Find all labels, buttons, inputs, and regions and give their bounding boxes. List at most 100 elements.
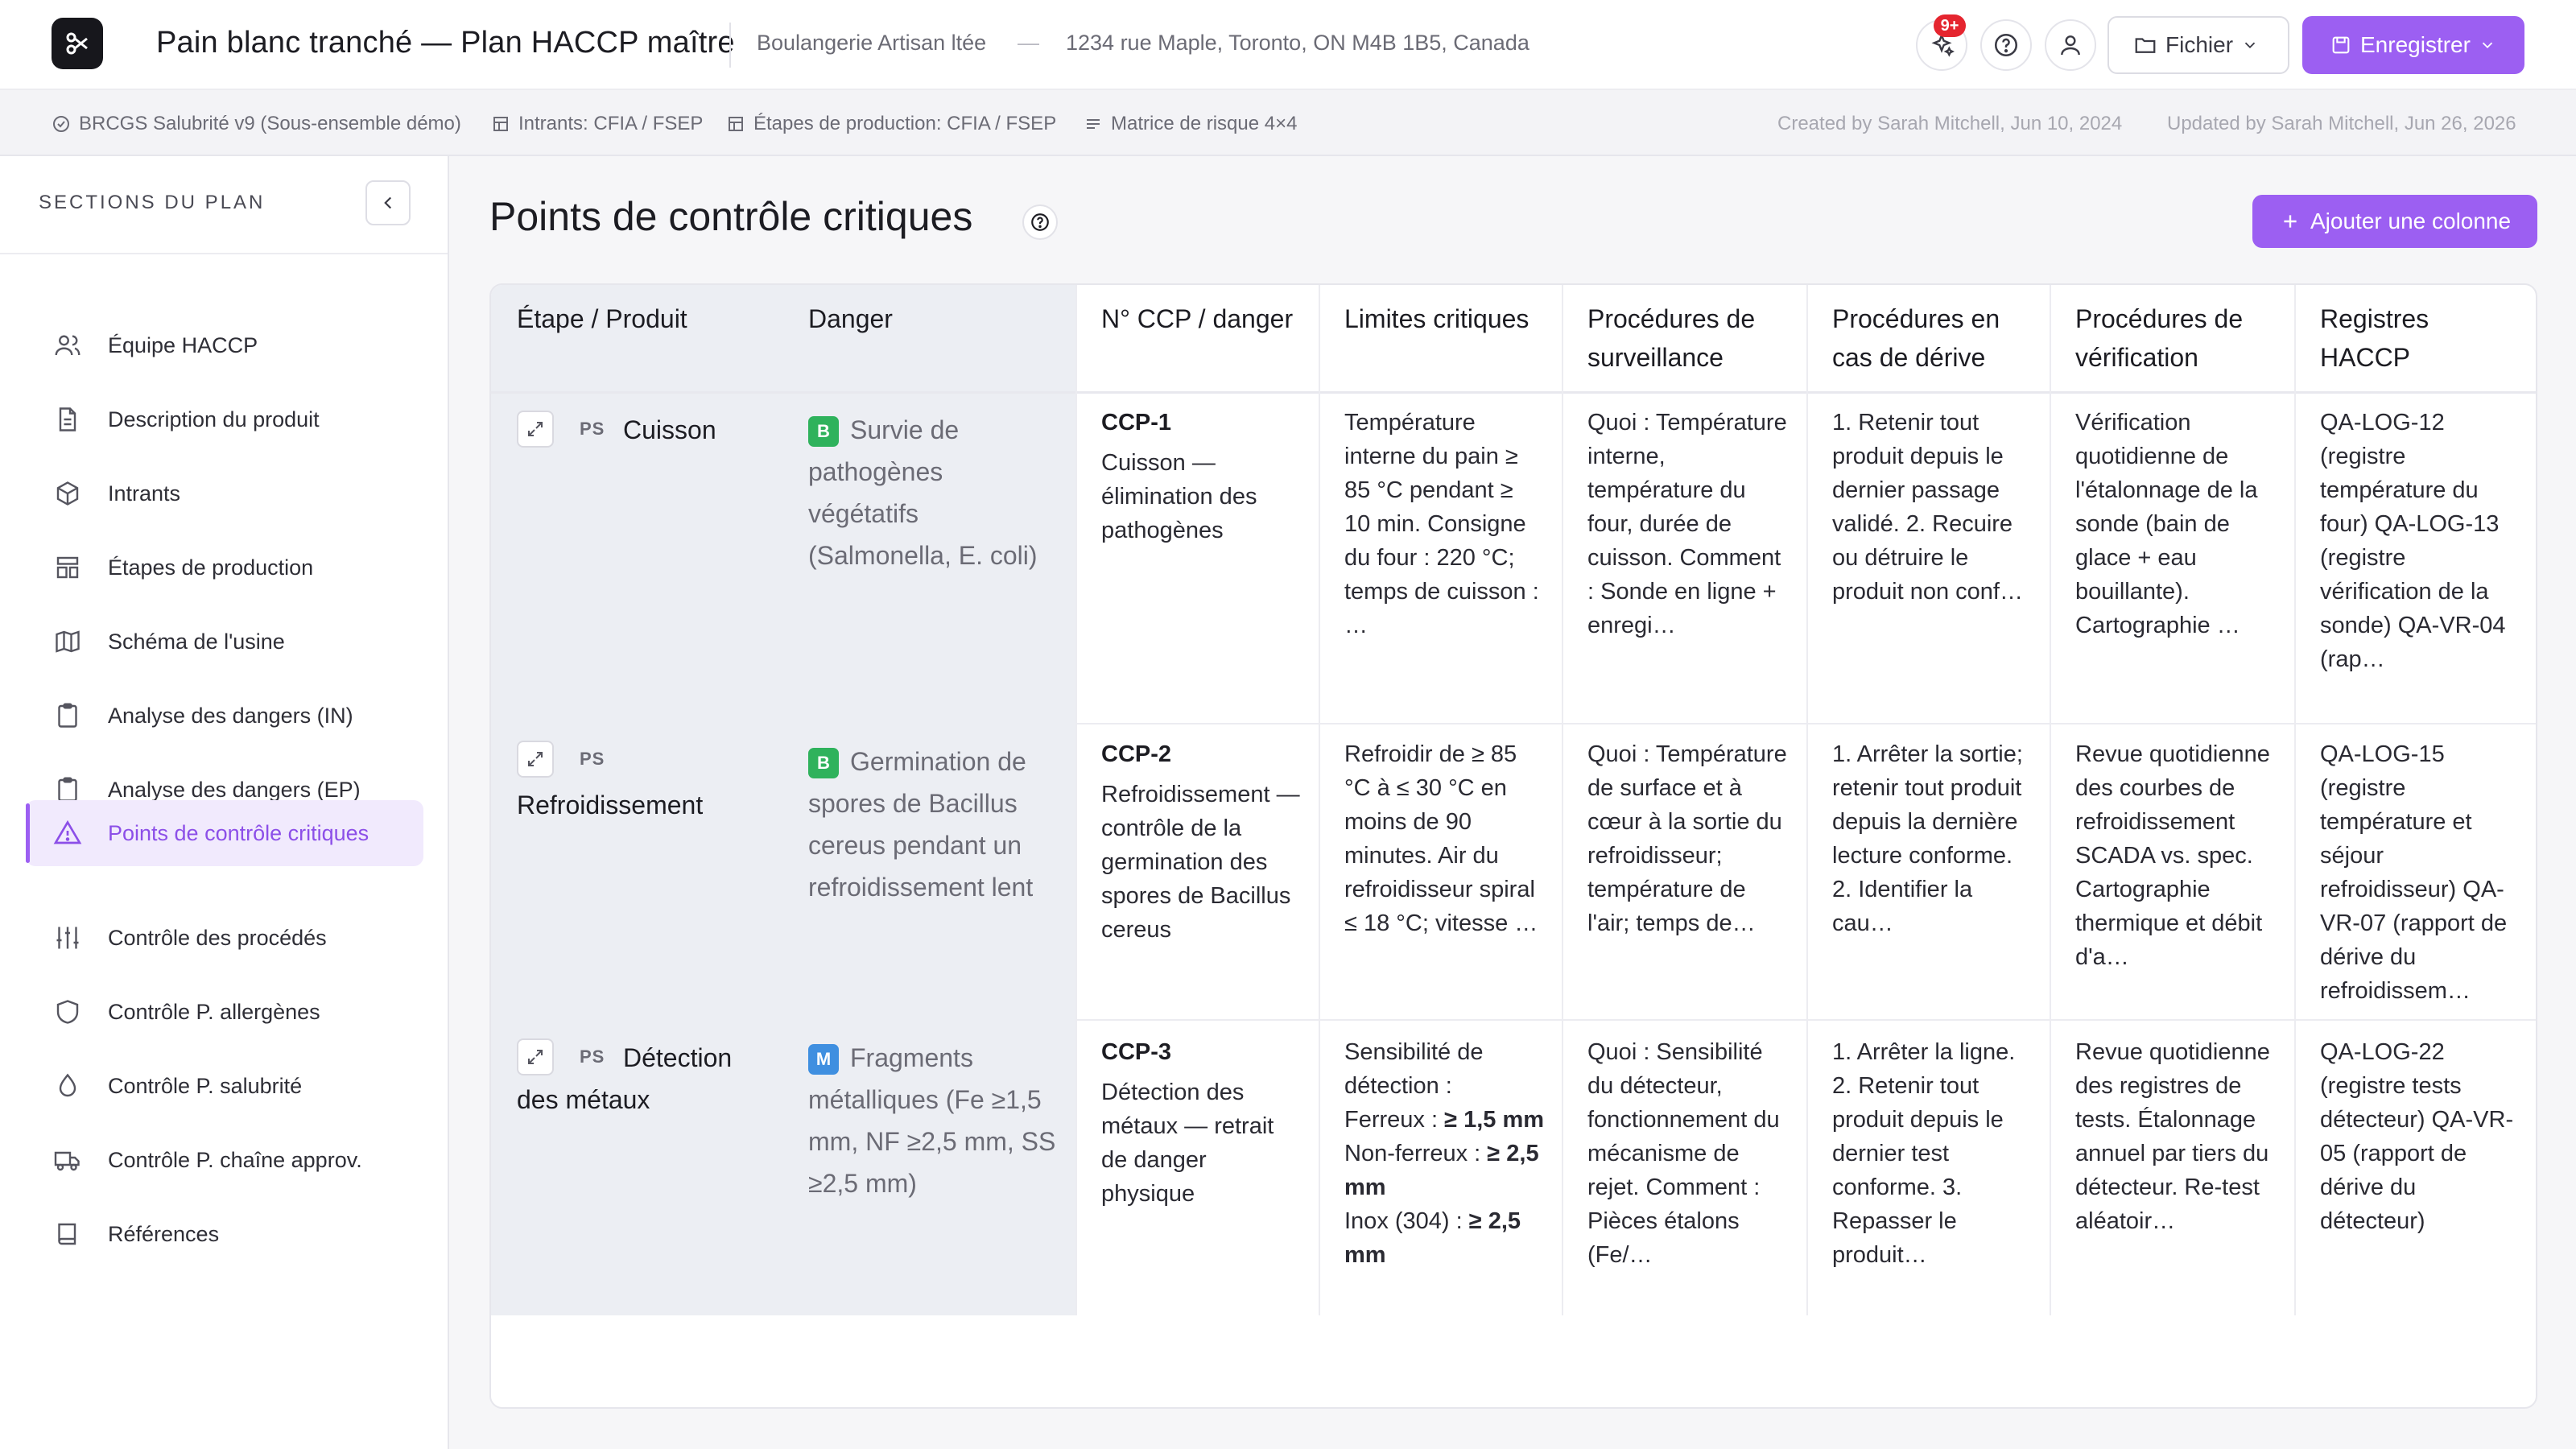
standard-link[interactable]: BRCGS Salubrité v9 (Sous-ensemble démo)	[52, 113, 461, 135]
records-cell[interactable]: QA-LOG-22 (registre tests détecteur) QA-…	[2320, 1035, 2521, 1272]
chevron-left-icon	[384, 196, 392, 209]
physical-hazard-badge: M	[808, 1044, 839, 1075]
sidebar-item-supply-chain-control[interactable]: Contrôle P. chaîne approv.	[26, 1127, 423, 1193]
sidebar-item-sanitation-control[interactable]: Contrôle P. salubrité	[26, 1053, 423, 1119]
ccp-description: Refroidissement — contrôle de la germina…	[1101, 782, 1300, 943]
monitoring-cell[interactable]: Quoi : Sensibilité du détecteur, fonctio…	[1587, 1035, 1789, 1272]
monitoring-cell[interactable]: Quoi : Température de surface et à cœur …	[1587, 737, 1789, 974]
list-item: Inox (304) : ≥ 2,5 mm	[1344, 1204, 1546, 1272]
risk-matrix-link[interactable]: Matrice de risque 4×4	[1084, 113, 1297, 135]
column-header[interactable]: Limites critiques	[1344, 285, 1554, 393]
deviation-cell[interactable]: 1. Retenir tout produit depuis le dernie…	[1832, 406, 2033, 676]
user-button[interactable]	[2045, 19, 2096, 71]
sidebar-item-inputs[interactable]: Intrants	[26, 460, 423, 526]
company-address: 1234 rue Maple, Toronto, ON M4B 1B5, Can…	[1066, 31, 1530, 55]
ccp-cell: CCP-1 Cuisson — élimination des pathogèn…	[1101, 406, 1302, 547]
plan-sections-sidebar: SECTIONS DU PLAN Équipe HACCP Descriptio…	[0, 156, 449, 1449]
inputs-source-link[interactable]: Intrants: CFIA / FSEP	[491, 113, 703, 135]
step-type-tag: PS	[580, 419, 605, 439]
warning-icon	[52, 817, 84, 849]
critical-limits-cell[interactable]: Sensibilité de détection : Ferreux : ≥ 1…	[1344, 1035, 1546, 1272]
section-help-button[interactable]	[1022, 204, 1058, 240]
sidebar-item-label: Contrôle des procédés	[108, 925, 327, 950]
save-button[interactable]: Enregistrer	[2302, 16, 2524, 74]
sidebar-item-allergen-control[interactable]: Contrôle P. allergènes	[26, 979, 423, 1045]
sidebar-item-hazard-analysis-in[interactable]: Analyse des dangers (IN)	[26, 683, 423, 749]
file-menu-label: Fichier	[2165, 32, 2234, 57]
list-item: Ferreux : ≥ 1,5 mm	[1344, 1103, 1546, 1137]
column-header[interactable]: Étape / Produit	[517, 285, 774, 393]
deviation-cell[interactable]: 1. Arrêter la ligne. 2. Retenir tout pro…	[1832, 1035, 2033, 1272]
ccp-number: CCP-2	[1101, 741, 1172, 767]
sidebar-item-references[interactable]: Références	[26, 1201, 423, 1267]
help-icon	[1994, 33, 2018, 57]
sidebar-item-production-steps[interactable]: Étapes de production	[26, 535, 423, 601]
column-divider	[2294, 285, 2296, 1315]
verification-cell[interactable]: Revue quotidienne des registres de tests…	[2075, 1035, 2277, 1272]
truck-icon	[52, 1144, 84, 1176]
critical-limits-cell[interactable]: Refroidir de ≥ 85 °C à ≤ 30 °C en moins …	[1344, 737, 1546, 1008]
risk-matrix-label: Matrice de risque 4×4	[1111, 113, 1298, 134]
grid-icon	[729, 117, 743, 131]
critical-limits-cell[interactable]: Température interne du pain ≥ 85 °C pend…	[1344, 406, 1546, 676]
step-name: Détection des métaux	[517, 1043, 733, 1114]
notification-badge: 9+	[1934, 14, 1966, 37]
column-header[interactable]: Procédures en cas de dérive	[1832, 285, 2043, 393]
records-cell[interactable]: QA-LOG-12 (registre température du four)…	[2320, 406, 2521, 710]
plan-title: Pain blanc tranché — Plan HACCP maître	[156, 26, 735, 60]
list-item: Non-ferreux : ≥ 2,5 mm	[1344, 1137, 1546, 1204]
company-name: Boulangerie Artisan ltée	[757, 31, 987, 55]
step-name: Refroidissement	[517, 791, 704, 819]
monitoring-cell[interactable]: Quoi : Température interne, température …	[1587, 406, 1789, 676]
sidebar-item-label: Étapes de production	[108, 555, 314, 580]
logo-icon	[66, 32, 88, 55]
expand-row-button[interactable]	[517, 741, 554, 778]
ccp-description: Détection des métaux — retrait de danger…	[1101, 1080, 1274, 1207]
column-header[interactable]: Procédures de vérification	[2075, 285, 2293, 393]
steps-source-label: Étapes de production: CFIA / FSEP	[753, 113, 1057, 134]
shield-icon	[52, 996, 84, 1028]
steps-source-link[interactable]: Étapes de production: CFIA / FSEP	[726, 113, 1056, 135]
column-header[interactable]: Registres HACCP	[2320, 285, 2513, 393]
collapse-sidebar-button[interactable]	[365, 180, 411, 225]
sidebar-item-haccp-team[interactable]: Équipe HACCP	[26, 312, 423, 378]
document-icon	[52, 403, 84, 436]
column-header[interactable]: Procédures de surveillance	[1587, 285, 1805, 393]
sidebar-item-product-description[interactable]: Description du produit	[26, 386, 423, 452]
biological-hazard-badge: B	[808, 748, 839, 778]
sidebar-item-critical-control-points[interactable]: Points de contrôle critiques	[26, 800, 423, 866]
help-button[interactable]	[1980, 19, 2032, 71]
limit-value: ≥ 1,5 mm	[1444, 1107, 1545, 1133]
top-bar: Pain blanc tranché — Plan HACCP maître B…	[0, 0, 2576, 90]
file-menu-button[interactable]: Fichier	[2107, 16, 2289, 74]
expand-row-button[interactable]	[517, 411, 554, 448]
records-cell[interactable]: QA-LOG-15 (registre température et séjou…	[2320, 737, 2521, 1008]
limit-label: Ferreux :	[1344, 1107, 1445, 1133]
column-header[interactable]: Danger	[808, 285, 1058, 393]
add-column-label: Ajouter une colonne	[2310, 208, 2512, 233]
deviation-cell[interactable]: 1. Arrêter la sortie; retenir tout produ…	[1832, 737, 2033, 974]
clipboard-icon	[52, 700, 84, 732]
ccp-cell: CCP-2 Refroidissement — contrôle de la g…	[1101, 737, 1302, 947]
chevron-down-icon	[2482, 42, 2493, 49]
ccp-cell: CCP-3 Détection des métaux — retrait de …	[1101, 1035, 1302, 1211]
expand-icon	[528, 752, 543, 766]
grid-icon	[493, 117, 508, 131]
danger-text: Germination de spores de Bacillus cereus…	[808, 747, 1034, 902]
column-header[interactable]: N° CCP / danger	[1101, 285, 1327, 393]
plus-icon	[2284, 215, 2297, 228]
map-icon	[52, 625, 84, 658]
verification-cell[interactable]: Vérification quotidienne de l'étalonnage…	[2075, 406, 2277, 676]
sidebar-item-label: Points de contrôle critiques	[108, 820, 369, 845]
verification-cell[interactable]: Revue quotidienne des courbes de refroid…	[2075, 737, 2277, 1008]
app-logo[interactable]	[52, 18, 103, 69]
danger-cell: B Survie de pathogènes végétatifs (Salmon…	[808, 409, 1058, 576]
add-column-button[interactable]: Ajouter une colonne	[2252, 195, 2537, 248]
sidebar-item-label: Description du produit	[108, 407, 320, 431]
sidebar-item-process-control[interactable]: Contrôle des procédés	[26, 905, 423, 971]
help-icon	[1031, 213, 1049, 231]
sidebar-item-plant-schema[interactable]: Schéma de l'usine	[26, 609, 423, 675]
separator: —	[1018, 31, 1039, 55]
column-divider	[1075, 285, 1077, 1315]
users-icon	[52, 329, 84, 361]
